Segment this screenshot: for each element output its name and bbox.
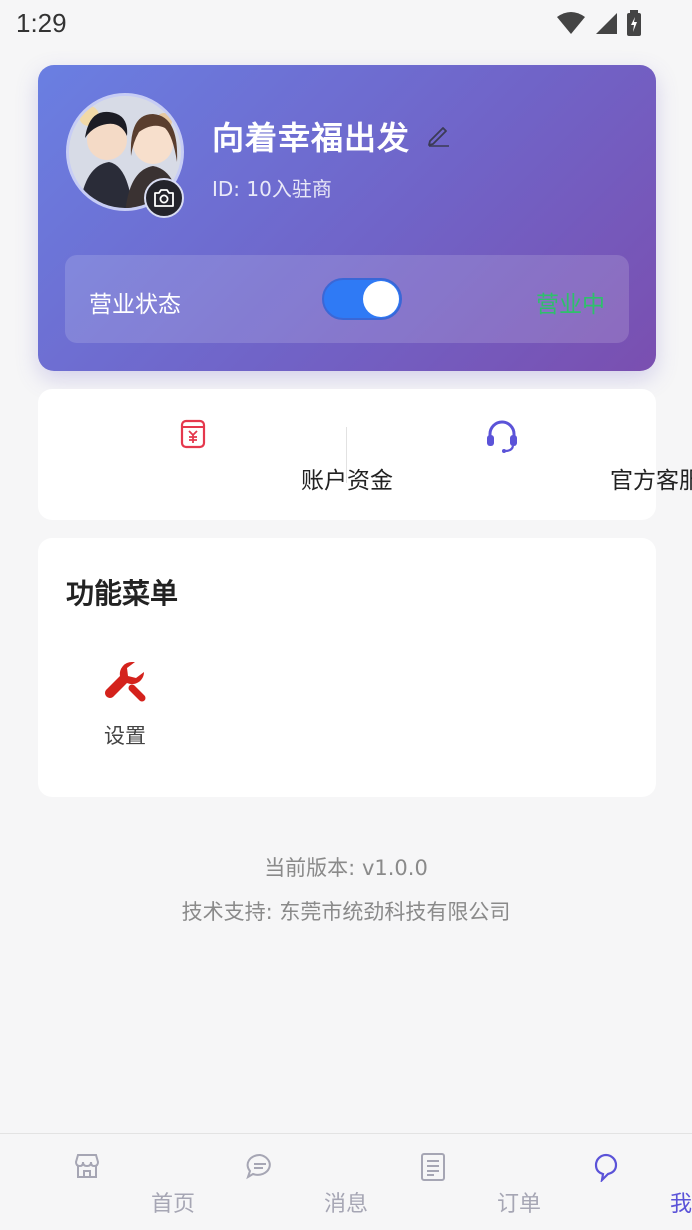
status-icons bbox=[556, 10, 642, 36]
message-icon bbox=[245, 1153, 271, 1180]
tab-profile-label: 我的 bbox=[669, 1192, 692, 1217]
customer-service-label: 官方客服 bbox=[610, 468, 692, 494]
function-menu-title: 功能菜单 bbox=[66, 577, 179, 610]
edit-name-button[interactable] bbox=[426, 121, 452, 151]
signal-icon bbox=[596, 13, 617, 34]
business-status-row: 营业状态 营业中 bbox=[65, 255, 629, 343]
wifi-icon bbox=[557, 12, 585, 34]
battery-icon bbox=[627, 10, 641, 36]
pencil-icon bbox=[428, 127, 449, 147]
tab-home[interactable]: 首页 bbox=[0, 1134, 195, 1230]
headset-icon bbox=[486, 420, 517, 453]
menu-item-settings[interactable]: 设置 bbox=[90, 658, 160, 750]
camera-icon bbox=[154, 189, 174, 207]
tab-messages[interactable]: 消息 bbox=[173, 1134, 368, 1230]
status-time: 1:29 bbox=[16, 8, 67, 38]
business-status-toggle[interactable] bbox=[322, 278, 402, 320]
bottom-tab-bar: 首页 消息 订单 我的 bbox=[0, 1133, 692, 1230]
order-icon bbox=[420, 1153, 445, 1181]
quick-actions-card: 账户资金 官方客服 bbox=[38, 389, 692, 520]
tech-support: 技术支持: 东莞市统劲科技有限公司 bbox=[181, 900, 511, 924]
function-menu-card: 功能菜单 设置 bbox=[38, 538, 656, 797]
tab-orders[interactable]: 订单 bbox=[346, 1134, 541, 1230]
app-version: 当前版本: v1.0.0 bbox=[264, 856, 428, 880]
profile-icon bbox=[594, 1153, 617, 1182]
status-bar: 1:29 bbox=[0, 0, 692, 48]
store-icon bbox=[74, 1154, 99, 1178]
wrench-icon bbox=[105, 661, 146, 702]
customer-service-button[interactable]: 官方客服 bbox=[347, 389, 692, 520]
toggle-knob bbox=[363, 281, 399, 317]
tab-profile[interactable]: 我的 bbox=[519, 1134, 692, 1230]
profile-name: 向着幸福出发 bbox=[212, 119, 411, 157]
menu-item-settings-label: 设置 bbox=[104, 724, 146, 748]
profile-card: 向着幸福出发 ID: 10入驻商 营业状态 营业中 bbox=[38, 65, 656, 371]
profile-id: ID: 10入驻商 bbox=[212, 177, 332, 201]
wallet-yuan-icon bbox=[180, 419, 205, 449]
business-status-value: 营业中 bbox=[536, 292, 605, 318]
account-funds-button[interactable]: 账户资金 bbox=[38, 389, 393, 520]
business-status-label: 营业状态 bbox=[89, 292, 181, 318]
change-avatar-button[interactable] bbox=[144, 178, 184, 218]
